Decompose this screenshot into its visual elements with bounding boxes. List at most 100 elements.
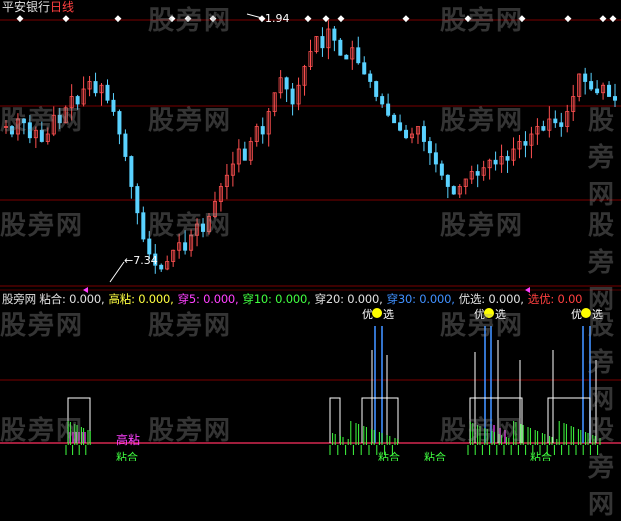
candle-body — [505, 156, 510, 161]
signal-dot — [484, 308, 494, 318]
candle-body — [380, 96, 385, 105]
signal-markers: ◆ ◆ ◆ ◆ ◆ ◆ ◆ ◆ ◆ ◆ ◆ ◆ ◆ ◆ ◆ ◆ — [17, 14, 617, 293]
candle-body — [93, 81, 98, 94]
signal-text: 选 — [495, 308, 506, 321]
candle-body — [439, 163, 444, 176]
signal-text: 优 — [571, 308, 582, 321]
candle-body — [183, 242, 188, 251]
merge-label: 粘合 — [530, 450, 552, 461]
signal-marker: ◆ — [565, 14, 572, 24]
candle-body — [111, 99, 116, 112]
candle-body — [386, 103, 391, 116]
signal-marker: ◆ — [185, 14, 192, 24]
candle-body — [39, 129, 44, 142]
indicator-value-bar: 股旁网 粘合: 0.000, 高粘: 0.000, 穿5: 0.000, 穿10: 0… — [2, 292, 586, 306]
candle-body — [523, 141, 528, 146]
indicator-7: 选优: 0.00 — [527, 292, 583, 306]
indicator-0: 股旁网 粘合: 0.000, — [2, 292, 105, 306]
candle-body — [290, 88, 295, 105]
candle-body — [129, 156, 134, 187]
candle-body — [201, 223, 206, 232]
signal-marker: ◆ — [115, 14, 122, 24]
candle-body — [404, 129, 409, 139]
candle-body — [332, 28, 337, 41]
candle-body — [433, 152, 438, 165]
candle-body — [9, 126, 14, 135]
candle-body — [362, 62, 367, 75]
signal-marker: ◆ — [403, 14, 410, 24]
signal-text: 优 — [474, 308, 485, 321]
indicator-6: 优选: 0.000, — [458, 292, 524, 306]
signal-marker: ◆ — [323, 14, 330, 24]
candle-body — [159, 264, 164, 270]
high-price-label: 1.94 — [265, 12, 290, 25]
merge-label: 粘合 — [424, 450, 446, 461]
candle-body — [541, 126, 546, 131]
low-price-label: ←7.34 — [124, 254, 158, 267]
candle-body — [421, 126, 426, 142]
step-box — [361, 397, 399, 443]
candle-body — [427, 141, 432, 154]
candle-body — [553, 118, 558, 124]
candle-body — [284, 77, 289, 90]
candle-body — [141, 212, 146, 240]
candlestick-series — [3, 20, 618, 274]
candle-body — [392, 114, 397, 124]
signal-marker: ◆ — [519, 14, 526, 24]
signal-marker: ◆ — [17, 14, 24, 24]
low-pointer — [109, 261, 125, 283]
candle-body — [147, 238, 152, 255]
signal-marker: ◆ — [600, 14, 607, 24]
candle-body — [559, 122, 564, 127]
indicator-2: 穿5: 0.000, — [177, 292, 239, 306]
signal-text: 优 — [362, 308, 373, 321]
candle-body — [57, 114, 62, 124]
signal-marker: ◆ — [338, 14, 345, 24]
candle-body — [242, 148, 247, 161]
indicator-3: 穿10: 0.000, — [242, 292, 311, 306]
candle-body — [75, 96, 80, 105]
candle-body — [445, 174, 450, 187]
indicator-4: 穿20: 0.000, — [314, 292, 383, 306]
candle-body — [475, 171, 480, 176]
stock-chart: ◆ ◆ ◆ ◆ ◆ ◆ ◆ ◆ ◆ ◆ ◆ ◆ ◆ ◆ ◆ ◆ 优选优选优选高粘粘合 粘合 粘合 粘合 1.94←7… — [0, 12, 621, 461]
candle-body — [344, 54, 349, 60]
candle-body — [123, 133, 128, 157]
candle-body — [613, 96, 618, 101]
chart-period: 日线 — [50, 0, 75, 14]
candle-body — [583, 73, 588, 82]
candle-body — [320, 36, 325, 49]
signal-text: 选 — [383, 308, 394, 321]
candle-body — [356, 47, 361, 64]
signal-dot — [581, 308, 591, 318]
lower-indicator-panel: 优选优选优选高粘粘合 粘合 粘合 粘合 — [0, 308, 621, 461]
signal-marker: ◆ — [305, 14, 312, 24]
candle-body — [21, 118, 26, 124]
stock-name: 平安银行 — [2, 0, 51, 14]
candle-body — [338, 39, 343, 56]
signal-marker: ◆ — [610, 14, 617, 24]
candle-body — [398, 122, 403, 131]
signal-dot — [372, 308, 382, 318]
candle-body — [27, 122, 32, 139]
candle-body — [117, 111, 122, 135]
signal-marker: ◆ — [63, 14, 70, 24]
candle-body — [589, 81, 594, 90]
signal-marker: ◆ — [169, 14, 176, 24]
candle-body — [368, 73, 373, 82]
signal-marker: ◆ — [465, 14, 472, 24]
candle-body — [105, 84, 110, 101]
high-stick-label: 高粘 — [116, 432, 140, 447]
candle-body — [595, 88, 600, 94]
indicator-5: 穿30: 0.000, — [386, 292, 455, 306]
chart-title: 平安银行日线 — [2, 0, 74, 14]
merge-label: 粘合 — [116, 450, 138, 461]
signal-marker: ◆ — [210, 14, 217, 24]
merge-label: 粘合 — [378, 450, 400, 461]
candle-body — [374, 81, 379, 97]
chart-grid — [0, 19, 621, 444]
candle-body — [607, 84, 612, 97]
candle-body — [260, 126, 265, 135]
candle-body — [135, 186, 140, 214]
candle-body — [493, 159, 498, 165]
